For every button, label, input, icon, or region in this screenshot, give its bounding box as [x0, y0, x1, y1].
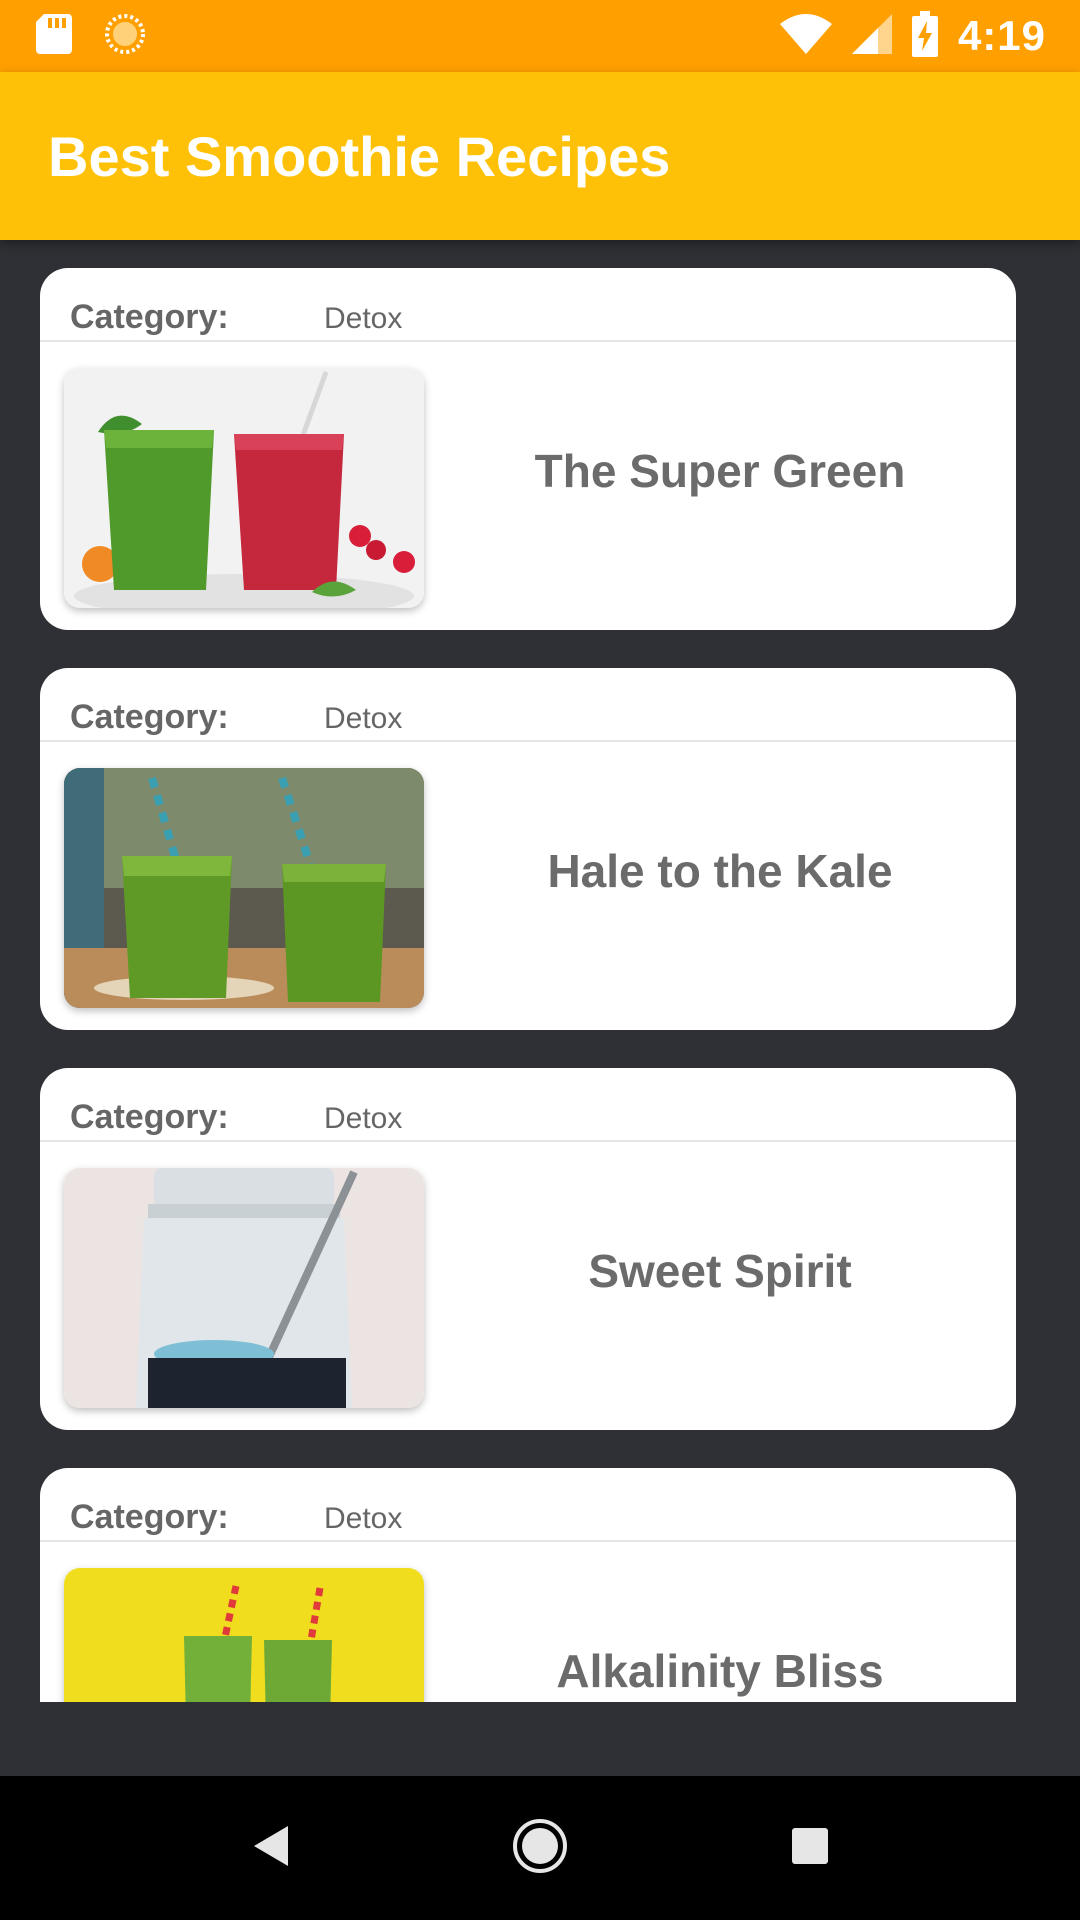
category-label: Category:: [70, 1098, 229, 1136]
home-button[interactable]: [405, 1776, 675, 1920]
app-title: Best Smoothie Recipes: [48, 124, 671, 188]
recents-icon: [791, 1827, 829, 1870]
signal-icon: [851, 13, 892, 59]
status-bar: 4:19: [0, 0, 1080, 72]
category-value: Detox: [324, 1102, 403, 1135]
category-label: Category:: [70, 298, 229, 336]
back-icon: [250, 1824, 290, 1873]
card-header: Category: Detox: [40, 1068, 1016, 1142]
category-value: Detox: [324, 1502, 403, 1535]
back-button[interactable]: [135, 1776, 405, 1920]
battery-charging-icon: [911, 10, 938, 62]
card-header: Category: Detox: [40, 668, 1016, 742]
recipe-name: Alkalinity Bliss: [556, 1645, 884, 1697]
recipe-name: The Super Green: [534, 445, 906, 497]
recipe-name: Sweet Spirit: [588, 1245, 852, 1297]
green-and-red-smoothies-image: [64, 368, 424, 608]
category-value: Detox: [324, 302, 403, 335]
recipe-name: Hale to the Kale: [547, 845, 893, 897]
navigation-bar: [0, 1776, 1080, 1920]
sd-card-icon: [36, 13, 72, 59]
category-label: Category:: [70, 698, 229, 736]
home-icon: [512, 1818, 568, 1879]
recipe-card[interactable]: Category: Detox Sweet Spirit: [40, 1068, 1016, 1430]
card-header: Category: Detox: [40, 268, 1016, 342]
recipe-list[interactable]: Category: Detox The Super Green Category…: [0, 240, 1080, 1702]
category-label: Category:: [70, 1498, 229, 1536]
sync-icon: [104, 13, 146, 60]
status-time: 4:19: [957, 12, 1046, 59]
recipe-card[interactable]: Category: Detox The Super Green: [40, 268, 1016, 630]
recipe-card[interactable]: Category: Detox Alkalinity Bliss: [40, 1468, 1016, 1702]
glass-jar-with-spoon-image: [64, 1168, 424, 1408]
recents-button[interactable]: [675, 1776, 945, 1920]
green-smoothies-yellow-background-image: [64, 1568, 424, 1702]
recipe-card[interactable]: Category: Detox Hale to the Kale: [40, 668, 1016, 1030]
two-green-smoothies-with-straws-image: [64, 768, 424, 1008]
wifi-icon: [779, 13, 832, 59]
card-header: Category: Detox: [40, 1468, 1016, 1542]
app-bar: Best Smoothie Recipes: [0, 72, 1080, 240]
category-value: Detox: [324, 702, 403, 735]
